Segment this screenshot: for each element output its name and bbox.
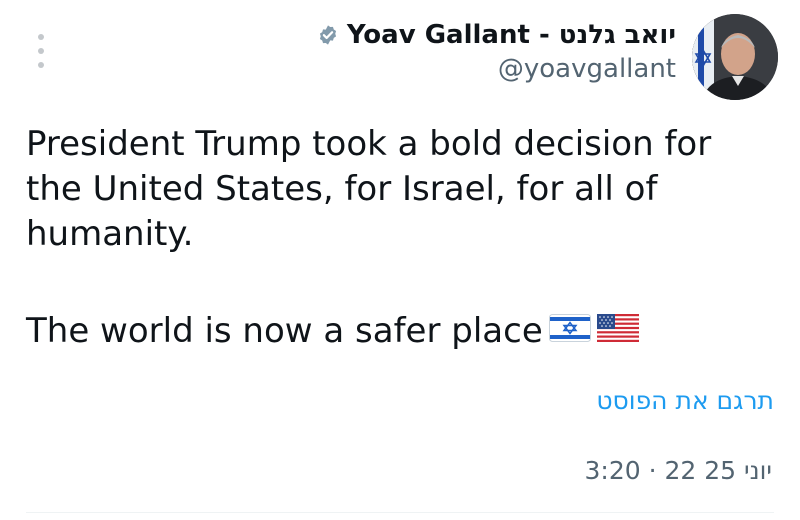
tweet-timestamp[interactable]: 3:20 · 22 יוני 25 [584, 456, 772, 485]
verified-badge-icon [317, 24, 339, 46]
author-display-name[interactable]: Yoav Gallant - יואב גלנט [347, 20, 676, 50]
usa-flag-icon [596, 309, 639, 354]
more-options-icon[interactable] [30, 34, 52, 68]
israel-flag-icon [548, 309, 591, 354]
author-names: Yoav Gallant - יואב גלנט @yoavgallant [317, 14, 676, 84]
profile-avatar[interactable] [692, 14, 778, 100]
tweet-paragraph-1: President Trump took a bold decision for… [26, 124, 712, 254]
tweet-paragraph-2-row: The world is now a safer place [26, 309, 766, 354]
tweet-paragraph-2: The world is now a safer place [26, 311, 543, 351]
translate-post-link[interactable]: תרגם את הפוסט [596, 386, 774, 415]
author-name-row[interactable]: Yoav Gallant - יואב גלנט [317, 20, 676, 50]
tweet-header: Yoav Gallant - יואב גלנט @yoavgallant [317, 14, 778, 100]
tweet-text: President Trump took a bold decision for… [26, 122, 766, 354]
author-handle[interactable]: @yoavgallant [498, 54, 676, 84]
divider [26, 512, 774, 513]
